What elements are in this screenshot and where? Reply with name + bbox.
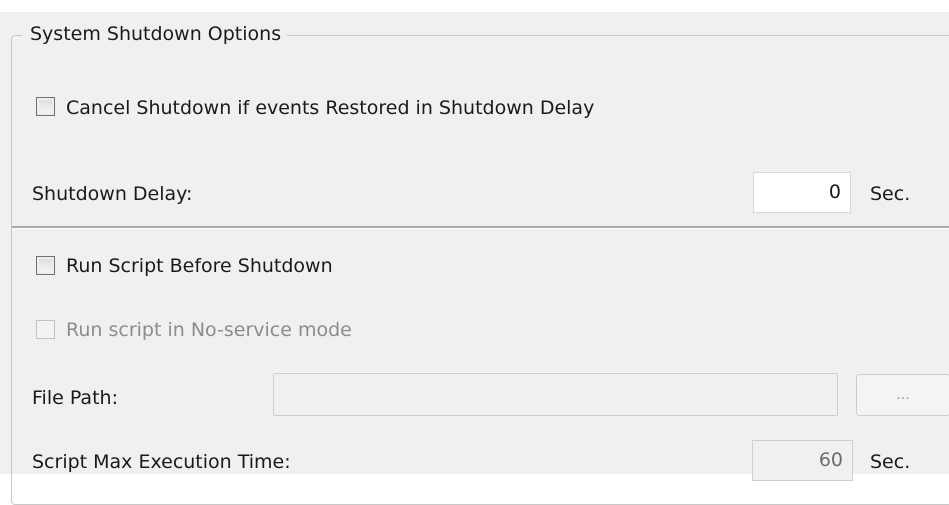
no-service-mode-label[interactable]: Run script in No-service mode (66, 317, 352, 343)
browse-button[interactable]: ... (856, 374, 949, 416)
cancel-shutdown-label[interactable]: Cancel Shutdown if events Restored in Sh… (66, 95, 594, 121)
file-path-input[interactable] (273, 373, 838, 416)
run-script-checkbox[interactable] (36, 256, 55, 275)
shutdown-delay-input[interactable]: 0 (753, 172, 851, 213)
script-max-time-unit: Sec. (870, 451, 911, 473)
no-service-mode-checkbox[interactable] (36, 320, 55, 339)
top-strip (0, 0, 949, 12)
shutdown-delay-label: Shutdown Delay: (32, 183, 193, 205)
run-script-label[interactable]: Run Script Before Shutdown (66, 253, 333, 279)
divider (12, 226, 949, 229)
shutdown-options-panel: System Shutdown Options Cancel Shutdown … (0, 0, 949, 505)
group-title: System Shutdown Options (22, 20, 288, 48)
script-max-time-input[interactable]: 60 (752, 440, 853, 481)
script-max-time-label: Script Max Execution Time: (32, 451, 291, 473)
file-path-label: File Path: (32, 387, 118, 409)
shutdown-delay-unit: Sec. (870, 183, 911, 205)
cancel-shutdown-checkbox[interactable] (36, 97, 55, 116)
